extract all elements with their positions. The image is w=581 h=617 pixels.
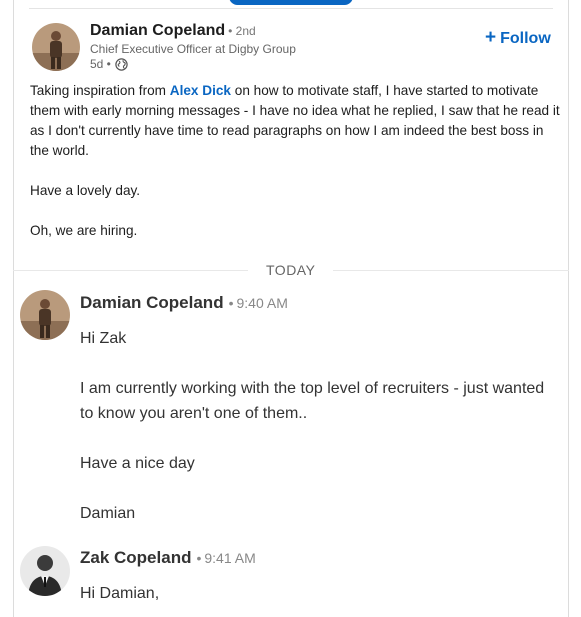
post-body: Taking inspiration from Alex Dick on how… xyxy=(30,81,560,261)
author-name-text[interactable]: Damian Copeland xyxy=(90,22,225,39)
message-paragraph: Hi Zak xyxy=(80,330,127,347)
author-name[interactable]: Damian Copeland • 2nd xyxy=(90,22,256,40)
separator-dot: • xyxy=(228,295,234,311)
date-divider-label: TODAY xyxy=(248,262,334,278)
message-paragraph: Hi Damian, xyxy=(80,585,160,602)
message-paragraph: Have a nice day xyxy=(80,455,195,472)
message-header: Damian Copeland • 9:40 AM xyxy=(80,293,288,313)
sender-avatar[interactable] xyxy=(20,546,70,596)
post-paragraph: Oh, we are hiring. xyxy=(30,223,138,238)
follow-label: Follow xyxy=(500,30,551,47)
sender-name[interactable]: Damian Copeland xyxy=(80,293,224,312)
message-header: Zak Copeland • 9:41 AM xyxy=(80,548,256,568)
connection-degree: • 2nd xyxy=(228,24,256,38)
post-paragraph: Have a lovely day. xyxy=(30,183,141,198)
author-headline: Chief Executive Officer at Digby Group xyxy=(90,42,296,56)
post-age: 5d • xyxy=(90,57,111,71)
plus-icon: + xyxy=(485,27,497,48)
sender-name[interactable]: Zak Copeland xyxy=(80,548,191,567)
separator-dot: • xyxy=(196,550,202,566)
post-meta: 5d • xyxy=(90,57,128,71)
mention-link[interactable]: Alex Dick xyxy=(170,83,231,98)
follow-button[interactable]: + Follow xyxy=(485,27,551,49)
message-paragraph: Damian xyxy=(80,505,136,522)
message-paragraph: I am currently working with the top leve… xyxy=(80,380,545,422)
sender-avatar[interactable] xyxy=(20,290,70,340)
globe-icon xyxy=(115,57,128,71)
message-body: Hi Damian, xyxy=(80,581,550,617)
post-text: Taking inspiration from xyxy=(30,83,170,98)
author-avatar[interactable] xyxy=(32,23,80,71)
message-body: Hi Zak I am currently working with the t… xyxy=(80,326,550,551)
message-time: 9:40 AM xyxy=(236,295,288,311)
post-paragraph: Taking inspiration from Alex Dick on how… xyxy=(30,81,560,161)
message-time: 9:41 AM xyxy=(204,550,256,566)
post-card: Damian Copeland • 2nd Chief Executive Off… xyxy=(0,0,581,270)
